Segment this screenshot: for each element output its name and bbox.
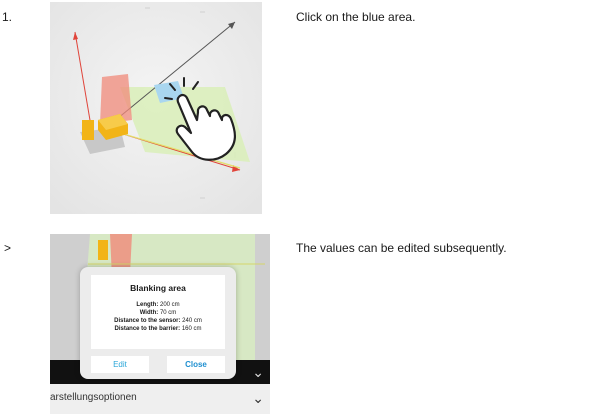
width-line: Width: 70 cm xyxy=(139,310,177,316)
step-1-instruction: Click on the blue area. xyxy=(296,10,416,24)
step-2-instruction: The values can be edited subsequently. xyxy=(296,241,507,255)
figure-app-dialog: ⌄ arstellungsoptionen ⌄ Blanking area Le… xyxy=(50,234,270,414)
display-options-bar[interactable]: arstellungsoptionen ⌄ xyxy=(50,384,270,414)
scene-illustration xyxy=(50,2,262,214)
close-button[interactable]: Close xyxy=(167,356,225,373)
chevron-down-icon[interactable]: ⌄ xyxy=(252,364,264,381)
length-line: Length: 200 cm xyxy=(136,302,180,308)
distance-barrier-line: Distance to the barrier: 160 cm xyxy=(114,326,202,332)
dialog-title: Blanking area xyxy=(130,283,186,293)
chevron-down-icon[interactable]: ⌄ xyxy=(252,390,264,407)
step-1-marker: 1. xyxy=(2,10,13,24)
edit-button[interactable]: Edit xyxy=(91,356,149,373)
blanking-area-dialog: Blanking area Length: 200 cm Width: 70 c… xyxy=(80,267,236,379)
display-options-label: arstellungsoptionen xyxy=(50,392,137,403)
figure-3d-scene-click xyxy=(50,2,262,214)
sensor-post xyxy=(82,120,94,140)
step-2-marker: > xyxy=(4,241,12,255)
dialog-card: Blanking area Length: 200 cm Width: 70 c… xyxy=(91,275,225,349)
distance-sensor-line: Distance to the sensor: 240 cm xyxy=(114,318,202,324)
